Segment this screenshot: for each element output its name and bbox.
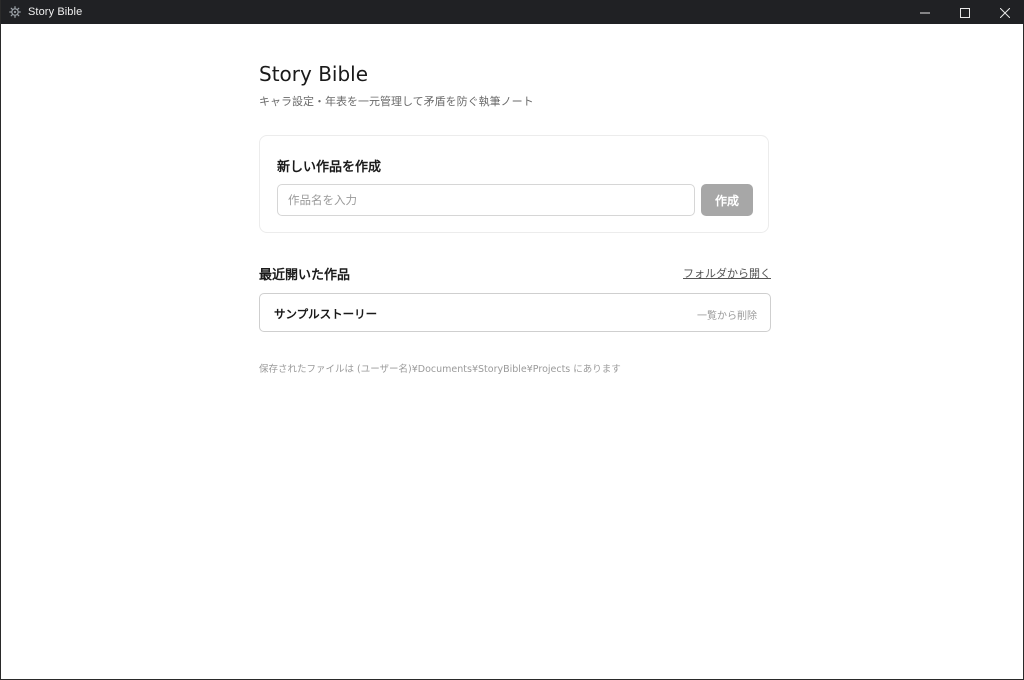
minimize-button[interactable]	[905, 0, 945, 24]
remove-from-list-button[interactable]: 一覧から削除	[697, 307, 757, 322]
maximize-icon	[960, 3, 970, 22]
story-bible-gear-icon	[8, 5, 22, 19]
minimize-icon	[920, 3, 930, 22]
open-from-folder-link[interactable]: フォルダから開く	[683, 265, 771, 281]
create-button[interactable]: 作成	[701, 184, 753, 216]
page-title: Story Bible	[259, 62, 369, 86]
recent-projects-heading: 最近開いた作品	[259, 268, 351, 283]
maximize-button[interactable]	[945, 0, 985, 24]
create-project-card: 新しい作品を作成 作成	[259, 135, 769, 233]
create-project-title: 新しい作品を作成	[277, 160, 382, 175]
app-window: Story Bible Story Bible キャラ設定・年表を一元管理して矛…	[0, 0, 1024, 680]
window-controls	[905, 0, 1024, 24]
save-location-note: 保存されたファイルは (ユーザー名)¥Documents¥StoryBible¥…	[259, 364, 621, 375]
close-icon	[999, 3, 1011, 22]
close-button[interactable]	[985, 0, 1024, 24]
recent-project-name: サンプルストーリー	[274, 307, 378, 321]
title-bar[interactable]: Story Bible	[1, 0, 1024, 24]
page-subtitle: キャラ設定・年表を一元管理して矛盾を防ぐ執筆ノート	[259, 95, 534, 108]
recent-projects-list: サンプルストーリー 一覧から削除	[259, 293, 771, 332]
project-name-input[interactable]	[277, 184, 695, 216]
window-title: Story Bible	[28, 6, 83, 18]
recent-project-item[interactable]: サンプルストーリー 一覧から削除	[259, 293, 771, 332]
